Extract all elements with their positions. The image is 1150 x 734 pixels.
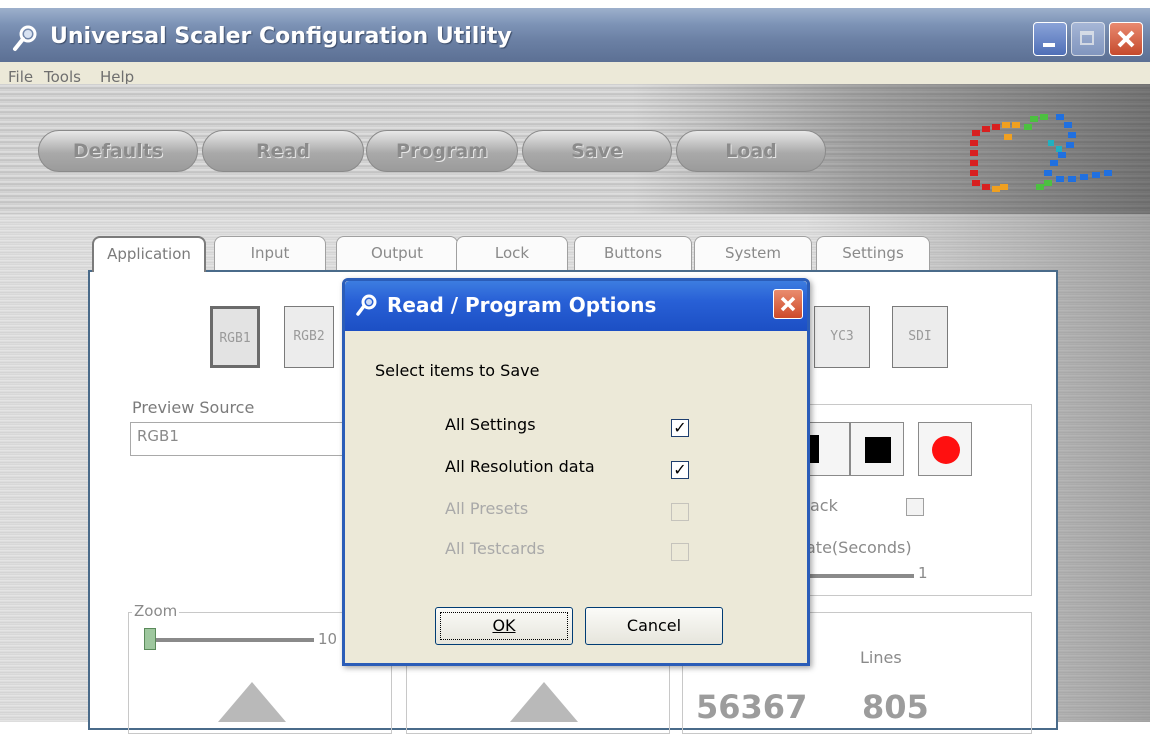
read-program-options-dialog: Read / Program Options Select items to S… xyxy=(342,278,810,666)
tab-output[interactable]: Output xyxy=(336,236,458,270)
rate-label: ate(Seconds) xyxy=(806,538,912,557)
stop-button[interactable] xyxy=(850,422,904,476)
rate-slider[interactable] xyxy=(810,574,914,579)
magnifier-wrench-icon xyxy=(13,25,37,51)
preview-source-field[interactable]: RGB1 xyxy=(130,422,350,456)
up-arrow-icon[interactable] xyxy=(510,682,578,722)
preview-source-label: Preview Source xyxy=(132,398,255,417)
option-all-presets-checkbox xyxy=(671,503,689,521)
source-yc3-button[interactable]: YC3 xyxy=(814,306,870,368)
close-icon xyxy=(1117,30,1135,48)
dialog-close-button[interactable] xyxy=(773,289,803,319)
zoom-value: 10 xyxy=(318,630,338,648)
option-all-settings-label: All Settings xyxy=(445,415,536,434)
cancel-button[interactable]: Cancel xyxy=(585,607,723,645)
load-button[interactable]: Load xyxy=(676,130,826,172)
tab-application[interactable]: Application xyxy=(92,236,206,272)
read-button[interactable]: Read xyxy=(202,130,364,172)
tab-lock[interactable]: Lock xyxy=(456,236,568,270)
zoom-slider-thumb[interactable] xyxy=(144,628,156,650)
zoom-slider-track[interactable] xyxy=(148,638,314,642)
record-button[interactable] xyxy=(918,422,972,476)
source-rgb1-button[interactable]: RGB1 xyxy=(210,306,260,368)
option-all-resolution-label: All Resolution data xyxy=(445,457,595,476)
option-all-presets-label: All Presets xyxy=(445,499,529,518)
defaults-button[interactable]: Defaults xyxy=(38,130,198,172)
loop-label: ack xyxy=(810,496,838,515)
option-all-testcards-label: All Testcards xyxy=(445,539,545,558)
tab-settings[interactable]: Settings xyxy=(816,236,930,270)
lines-label: Lines xyxy=(860,648,902,667)
dialog-title: Read / Program Options xyxy=(387,293,657,317)
minimize-button[interactable] xyxy=(1033,22,1067,56)
option-all-testcards-checkbox xyxy=(671,543,689,561)
loop-checkbox[interactable] xyxy=(906,498,924,516)
magnifier-wrench-icon xyxy=(356,294,377,316)
zoom-label: Zoom xyxy=(132,602,180,620)
close-button[interactable] xyxy=(1109,22,1143,56)
cancel-button-label: Cancel xyxy=(626,616,682,635)
title-bar: Universal Scaler Configuration Utility xyxy=(0,8,1150,62)
option-all-settings-checkbox[interactable]: ✓ xyxy=(671,419,689,437)
stat-value-a: 56367 xyxy=(696,688,808,726)
maximize-button[interactable] xyxy=(1071,22,1105,56)
dialog-title-bar: Read / Program Options xyxy=(345,281,807,331)
tab-buttons[interactable]: Buttons xyxy=(574,236,692,270)
rate-value: 1 xyxy=(918,564,928,582)
dialog-prompt: Select items to Save xyxy=(375,361,540,380)
brand-logo xyxy=(970,114,1112,192)
close-icon xyxy=(780,296,796,312)
ok-button-label: OK xyxy=(492,616,516,635)
tab-system[interactable]: System xyxy=(694,236,812,270)
window-title: Universal Scaler Configuration Utility xyxy=(50,24,512,49)
program-button[interactable]: Program xyxy=(366,130,518,172)
source-sdi-button[interactable]: SDI xyxy=(892,306,948,368)
ok-button[interactable]: OK xyxy=(435,607,573,645)
tab-input[interactable]: Input xyxy=(214,236,326,270)
up-arrow-icon[interactable] xyxy=(218,682,286,722)
save-button[interactable]: Save xyxy=(522,130,672,172)
stat-value-lines: 805 xyxy=(862,688,929,726)
source-rgb2-button[interactable]: RGB2 xyxy=(284,306,334,368)
option-all-resolution-checkbox[interactable]: ✓ xyxy=(671,461,689,479)
